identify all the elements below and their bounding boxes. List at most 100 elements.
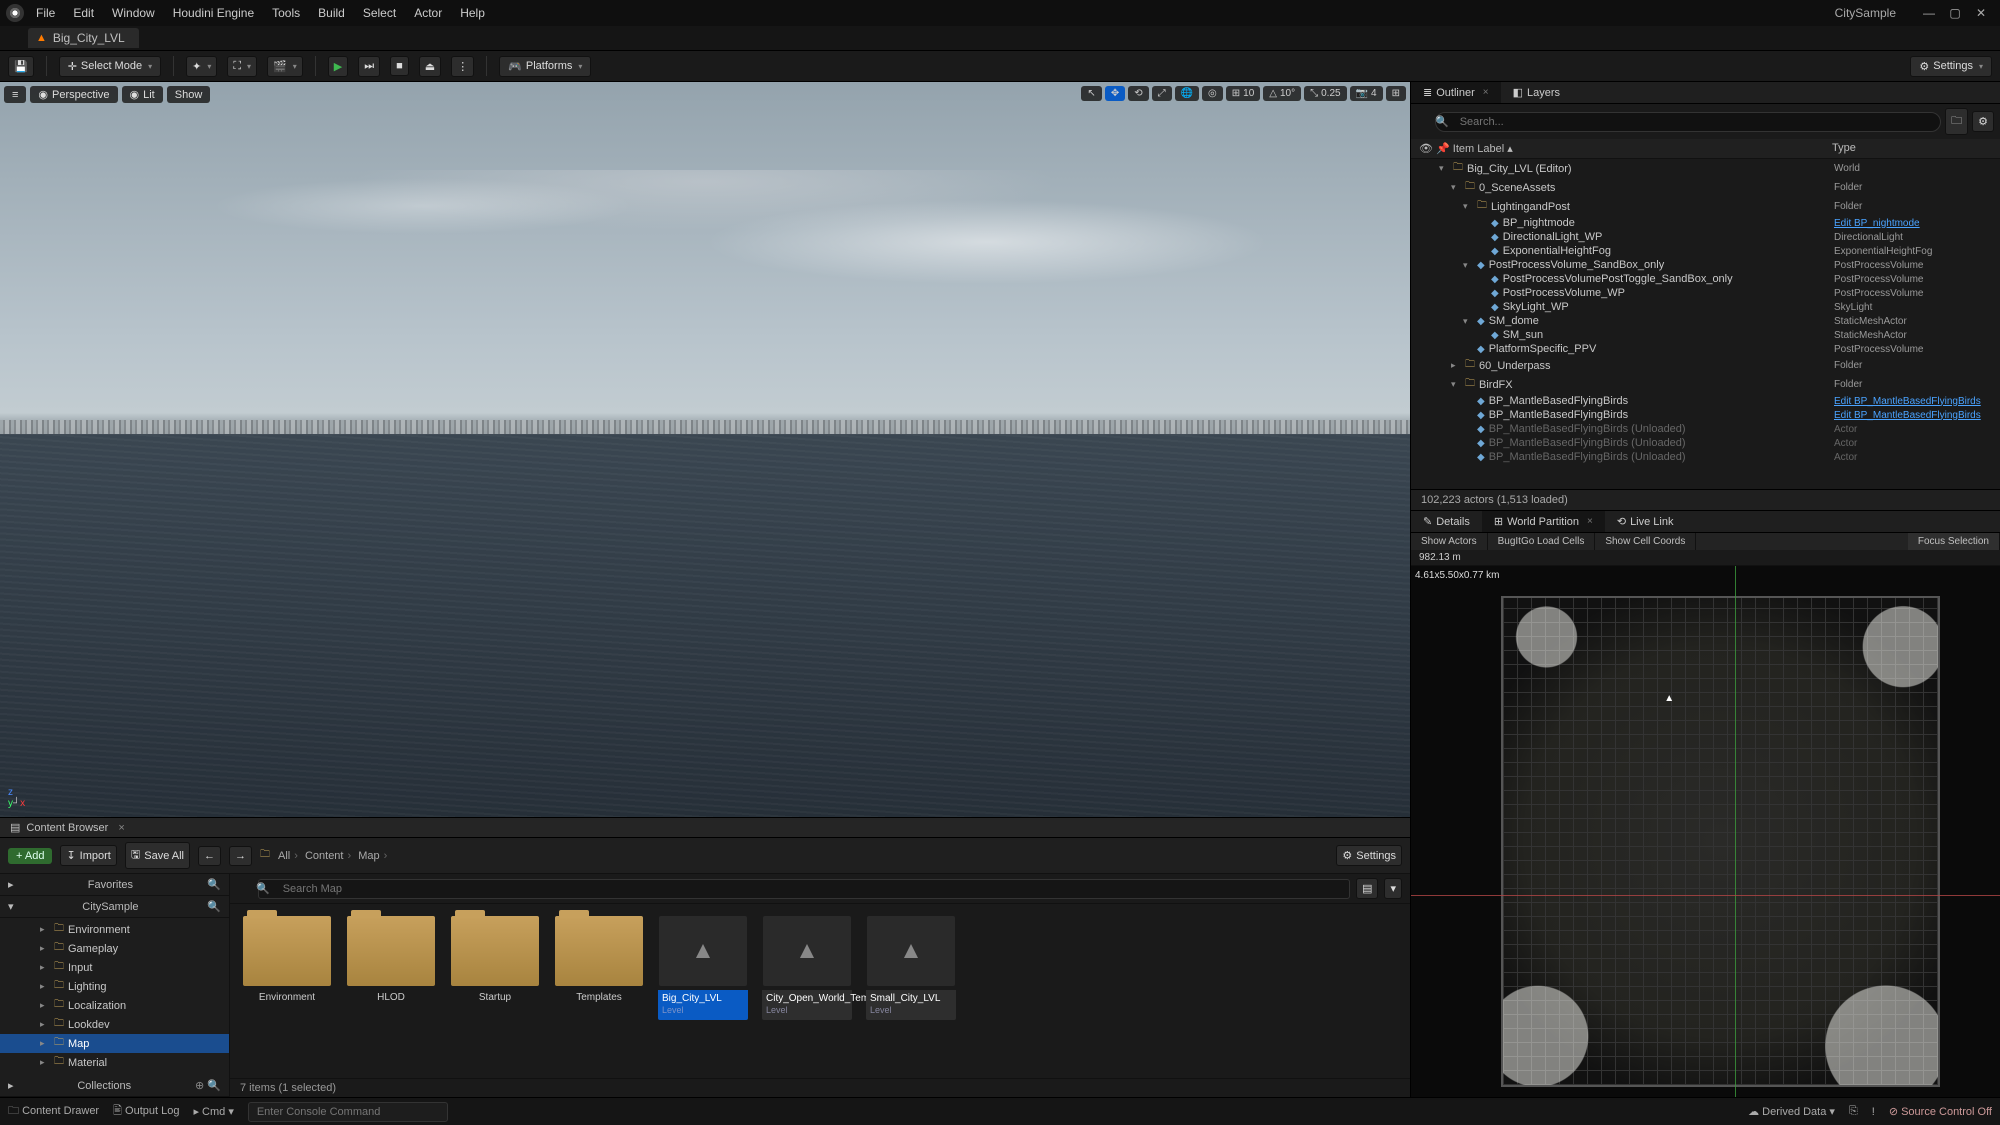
minimize-button[interactable]: — — [1916, 6, 1942, 20]
breadcrumb[interactable]: All› Content› Map› — [278, 850, 391, 862]
tree-item-gameplay[interactable]: ▸🗀Gameplay — [0, 939, 229, 958]
bug-report-icon[interactable]: ! — [1872, 1106, 1875, 1118]
asset-folder[interactable]: Templates — [554, 916, 644, 1066]
cinematics-button[interactable]: 🎬▾ — [267, 56, 303, 77]
menu-houdini[interactable]: Houdini Engine — [173, 6, 254, 20]
world-partition-map[interactable]: 4.61x5.50x0.77 km ▲ — [1411, 566, 2000, 1097]
outliner-settings-button[interactable]: ⚙ — [1972, 111, 1994, 132]
outliner-row[interactable]: ◆SM_sunStaticMeshActor — [1411, 328, 2000, 342]
outliner-row[interactable]: ◆ExponentialHeightFogExponentialHeightFo… — [1411, 244, 2000, 258]
filter-button[interactable]: ▤ — [1356, 878, 1378, 899]
outliner-row[interactable]: ◆PostProcessVolumePostToggle_SandBox_onl… — [1411, 272, 2000, 286]
play-button[interactable]: ▶ — [328, 56, 348, 77]
close-icon[interactable]: × — [118, 822, 124, 834]
filter-add-button[interactable]: ▾ — [1384, 878, 1402, 899]
viewport-lit-button[interactable]: ◉ Lit — [122, 86, 163, 103]
asset-search-input[interactable] — [258, 879, 1350, 899]
maximize-button[interactable]: ▢ — [1942, 6, 1968, 20]
content-browser-tab[interactable]: ▤ Content Browser× — [0, 818, 1410, 838]
revision-control-icon[interactable]: ⎘ — [1849, 1105, 1858, 1118]
save-button[interactable]: 💾 — [8, 56, 34, 77]
layers-tab[interactable]: ◧ Layers — [1501, 82, 1572, 103]
outliner-row[interactable]: ◆PlatformSpecific_PPVPostProcessVolume — [1411, 342, 2000, 356]
platforms-button[interactable]: 🎮 Platforms▾ — [499, 56, 591, 77]
tree-item-material[interactable]: ▸🗀Material — [0, 1053, 229, 1072]
outliner-row[interactable]: ◆BP_MantleBasedFlyingBirdsEdit BP_Mantle… — [1411, 408, 2000, 422]
outliner-tab[interactable]: ≣ Outliner× — [1411, 82, 1501, 103]
save-all-button[interactable]: 🖫 Save All — [125, 842, 190, 869]
menu-file[interactable]: File — [36, 6, 55, 20]
bugitgo-toggle[interactable]: BugItGo Load Cells — [1488, 533, 1596, 550]
select-mode-button[interactable]: ✛ Select Mode▾ — [59, 56, 161, 77]
outliner-row[interactable]: ◆BP_MantleBasedFlyingBirds (Unloaded)Act… — [1411, 422, 2000, 436]
surface-snap-icon[interactable]: ◎ — [1202, 86, 1223, 101]
tree-item-map[interactable]: ▸🗀Map — [0, 1034, 229, 1053]
tree-item-localization[interactable]: ▸🗀Localization — [0, 996, 229, 1015]
camera-speed-button[interactable]: 📷 4 — [1350, 86, 1383, 101]
asset-folder[interactable]: Startup — [450, 916, 540, 1066]
viewport[interactable]: ≡ ◉ Perspective ◉ Lit Show ↖ ✥ ⟲ ⤢ 🌐 ◎ ⊞… — [0, 82, 1410, 817]
asset-folder[interactable]: Environment — [242, 916, 332, 1066]
menu-tools[interactable]: Tools — [272, 6, 300, 20]
outliner-row[interactable]: ◆BP_MantleBasedFlyingBirds (Unloaded)Act… — [1411, 436, 2000, 450]
add-content-button[interactable]: ✦▾ — [186, 56, 217, 77]
grid-snap-button[interactable]: ⊞ 10 — [1226, 86, 1261, 101]
show-coords-toggle[interactable]: Show Cell Coords — [1595, 533, 1696, 550]
outliner-row[interactable]: ◆SkyLight_WPSkyLight — [1411, 300, 2000, 314]
history-fwd-button[interactable]: → — [229, 846, 252, 866]
asset-folder[interactable]: HLOD — [346, 916, 436, 1066]
level-tab[interactable]: ▲ Big_City_LVL — [28, 28, 139, 48]
viewport-maximize-icon[interactable]: ⊞ — [1386, 86, 1406, 101]
source-control-button[interactable]: ⊘ Source Control Off — [1889, 1105, 1992, 1118]
viewport-menu-button[interactable]: ≡ — [4, 86, 26, 103]
outliner-folder-button[interactable]: 🗀 — [1945, 108, 1968, 135]
world-partition-tab[interactable]: ⊞ World Partition× — [1482, 511, 1605, 532]
close-icon[interactable]: × — [1587, 516, 1593, 527]
outliner-row[interactable]: ◆BP_MantleBasedFlyingBirdsEdit BP_Mantle… — [1411, 394, 2000, 408]
outliner-row[interactable]: ◆DirectionalLight_WPDirectionalLight — [1411, 230, 2000, 244]
add-button[interactable]: + Add — [8, 848, 52, 864]
transform-scale-icon[interactable]: ⤢ — [1152, 86, 1172, 101]
transform-rotate-icon[interactable]: ⟲ — [1128, 86, 1148, 101]
asset-level[interactable]: ▲City_Open_World_TemplateLevel — [762, 916, 852, 1066]
collections-header[interactable]: ▸ Collections ⊕ 🔍 — [0, 1075, 229, 1097]
outliner-row[interactable]: ◆BP_MantleBasedFlyingBirds (Unloaded)Act… — [1411, 450, 2000, 464]
focus-selection-button[interactable]: Focus Selection — [1908, 533, 2000, 550]
outliner-row[interactable]: ◆PostProcessVolume_WPPostProcessVolume — [1411, 286, 2000, 300]
transform-move-icon[interactable]: ✥ — [1105, 86, 1125, 101]
menu-build[interactable]: Build — [318, 6, 345, 20]
scale-snap-button[interactable]: ⤡ 0.25 — [1304, 86, 1346, 101]
angle-snap-button[interactable]: △ 10° — [1263, 86, 1301, 101]
asset-level[interactable]: ▲Big_City_LVLLevel — [658, 916, 748, 1066]
tree-item-lighting[interactable]: ▸🗀Lighting — [0, 977, 229, 996]
favorites-header[interactable]: ▸ Favorites 🔍 — [0, 874, 229, 896]
coord-space-icon[interactable]: 🌐 — [1175, 86, 1199, 101]
marketplace-button[interactable]: ⛶▾ — [227, 56, 257, 77]
close-icon[interactable]: × — [1483, 87, 1489, 98]
play-options-button[interactable]: ⋮ — [451, 56, 474, 77]
outliner-row[interactable]: ▸🗀60_UnderpassFolder — [1411, 356, 2000, 375]
import-button[interactable]: ↧ Import — [60, 845, 116, 866]
stop-button[interactable]: ■ — [390, 56, 409, 76]
skip-button[interactable]: ⏭ — [358, 56, 380, 77]
output-log-button[interactable]: 🖹 Output Log — [113, 1102, 179, 1121]
content-drawer-button[interactable]: 🗀 Content Drawer — [8, 1102, 99, 1121]
search-icon[interactable]: 🔍 — [207, 878, 221, 891]
project-header[interactable]: ▾ CitySample 🔍 — [0, 896, 229, 918]
tree-item-lookdev[interactable]: ▸🗀Lookdev — [0, 1015, 229, 1034]
outliner-row[interactable]: ◆BP_nightmodeEdit BP_nightmode — [1411, 216, 2000, 230]
outliner-tree[interactable]: ▾🗀Big_City_LVL (Editor)World▾🗀0_SceneAss… — [1411, 159, 2000, 489]
viewport-perspective-button[interactable]: ◉ Perspective — [30, 86, 117, 103]
settings-button[interactable]: ⚙ Settings▾ — [1910, 56, 1992, 77]
eject-button[interactable]: ⏏ — [419, 56, 441, 77]
transform-select-icon[interactable]: ↖ — [1081, 86, 1101, 101]
outliner-row[interactable]: ▾🗀Big_City_LVL (Editor)World — [1411, 159, 2000, 178]
tree-item-environment[interactable]: ▸🗀Environment — [0, 920, 229, 939]
outliner-row[interactable]: ▾🗀0_SceneAssetsFolder — [1411, 178, 2000, 197]
outliner-row[interactable]: ▾◆SM_domeStaticMeshActor — [1411, 314, 2000, 328]
details-tab[interactable]: ✎ Details — [1411, 511, 1482, 532]
outliner-row[interactable]: ▾🗀LightingandPostFolder — [1411, 197, 2000, 216]
outliner-row[interactable]: ▾🗀BirdFXFolder — [1411, 375, 2000, 394]
menu-actor[interactable]: Actor — [414, 6, 442, 20]
show-actors-toggle[interactable]: Show Actors — [1411, 533, 1488, 550]
